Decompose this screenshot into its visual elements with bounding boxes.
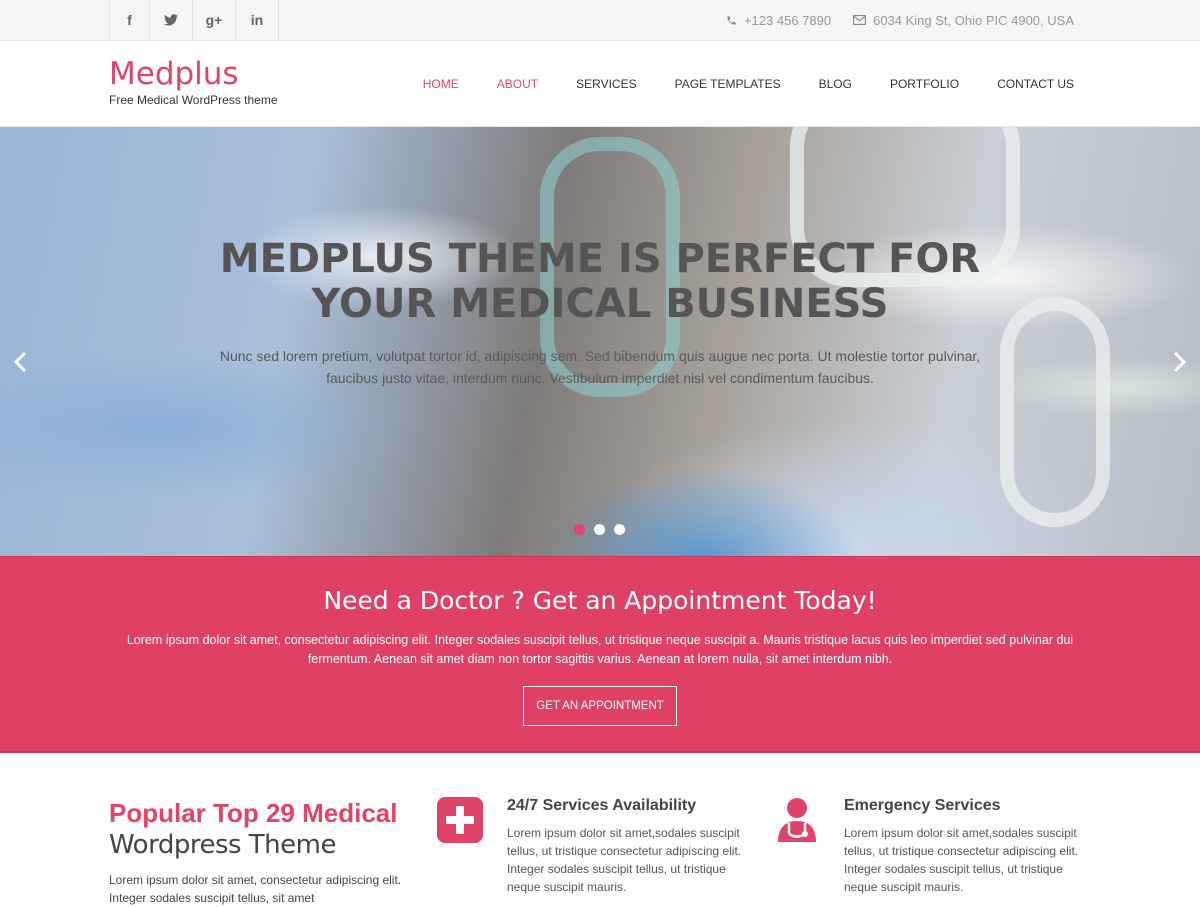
contact-info: +123 456 7890 6034 King St, Ohio PIC 490…	[726, 0, 1074, 40]
features-title-secondary: Wordpress Theme	[109, 830, 336, 860]
appointment-heading: Need a Doctor ? Get an Appointment Today…	[323, 586, 877, 615]
envelope-icon	[853, 15, 867, 25]
hero-title-line-2: YOUR MEDICAL BUSINESS	[311, 281, 889, 327]
slider-dot-2[interactable]	[594, 524, 605, 535]
logo-name[interactable]: Medplus	[109, 57, 278, 91]
nav-services[interactable]: SERVICES	[538, 77, 636, 91]
phone-icon	[726, 15, 737, 26]
nav-contact-us[interactable]: CONTACT US	[959, 77, 1074, 91]
facebook-icon[interactable]: f	[110, 0, 150, 40]
hero-slider: MEDPLUS THEME IS PERFECT FOR YOUR MEDICA…	[0, 127, 1200, 556]
logo-tagline: Free Medical WordPress theme	[109, 93, 278, 107]
top-bar: f g+ in +123 456 7890 6034 King St, Ohio…	[0, 0, 1200, 41]
feature-card-text: Lorem ipsum dolor sit amet,sodales susci…	[507, 826, 742, 894]
nav-portfolio[interactable]: PORTFOLIO	[852, 77, 959, 91]
social-links: f g+ in	[109, 0, 279, 40]
appointment-text: Lorem ipsum dolor sit amet, consectetur …	[126, 633, 1074, 666]
site-header: Medplus Free Medical WordPress theme HOM…	[0, 41, 1200, 127]
google-plus-icon[interactable]: g+	[193, 0, 236, 40]
feature-card-text: Lorem ipsum dolor sit amet,sodales susci…	[844, 826, 1079, 894]
doctor-stethoscope-icon	[774, 797, 820, 843]
slider-dots	[574, 524, 625, 535]
site-logo[interactable]: Medplus Free Medical WordPress theme	[109, 57, 278, 107]
slider-dot-3[interactable]	[614, 524, 625, 535]
nav-home[interactable]: HOME	[385, 77, 459, 91]
main-nav: HOME ABOUT SERVICES PAGE TEMPLATES BLOG …	[385, 41, 1074, 127]
hero-photo-detail	[1000, 297, 1110, 527]
get-appointment-button[interactable]: GET AN APPOINTMENT	[523, 686, 677, 726]
medical-cross-icon	[437, 797, 483, 843]
hero-title: MEDPLUS THEME IS PERFECT FOR YOUR MEDICA…	[0, 237, 1200, 327]
features-intro-text: Lorem ipsum dolor sit amet, consectetur …	[109, 873, 402, 905]
feature-card-title: 24/7 Services Availability	[507, 797, 697, 814]
features-section: Popular Top 29 Medical Wordpress Theme L…	[0, 753, 1200, 905]
nav-page-templates[interactable]: PAGE TEMPLATES	[637, 77, 781, 91]
features-intro: Popular Top 29 Medical Wordpress Theme L…	[109, 797, 409, 907]
slider-prev-arrow-icon[interactable]	[6, 347, 36, 377]
address-text: 6034 King St, Ohio PIC 4900, USA	[873, 12, 1074, 28]
slider-dot-1[interactable]	[574, 524, 585, 535]
appointment-section: Need a Doctor ? Get an Appointment Today…	[0, 556, 1200, 753]
nav-about[interactable]: ABOUT	[459, 77, 538, 91]
hero-title-line-1: MEDPLUS THEME IS PERFECT FOR	[219, 236, 981, 282]
features-title-primary: Popular Top 29 Medical	[109, 798, 398, 828]
address-info: 6034 King St, Ohio PIC 4900, USA	[853, 13, 1074, 28]
feature-card-title: Emergency Services	[844, 797, 1001, 814]
hero-subtitle: Nunc sed lorem pretium, volutpat tortor …	[219, 348, 981, 386]
slider-next-arrow-icon[interactable]	[1164, 347, 1194, 377]
phone-info: +123 456 7890	[726, 13, 831, 28]
phone-number[interactable]: +123 456 7890	[744, 13, 831, 28]
linkedin-icon[interactable]: in	[236, 0, 279, 40]
nav-blog[interactable]: BLOG	[781, 77, 852, 91]
twitter-icon[interactable]	[150, 0, 193, 40]
